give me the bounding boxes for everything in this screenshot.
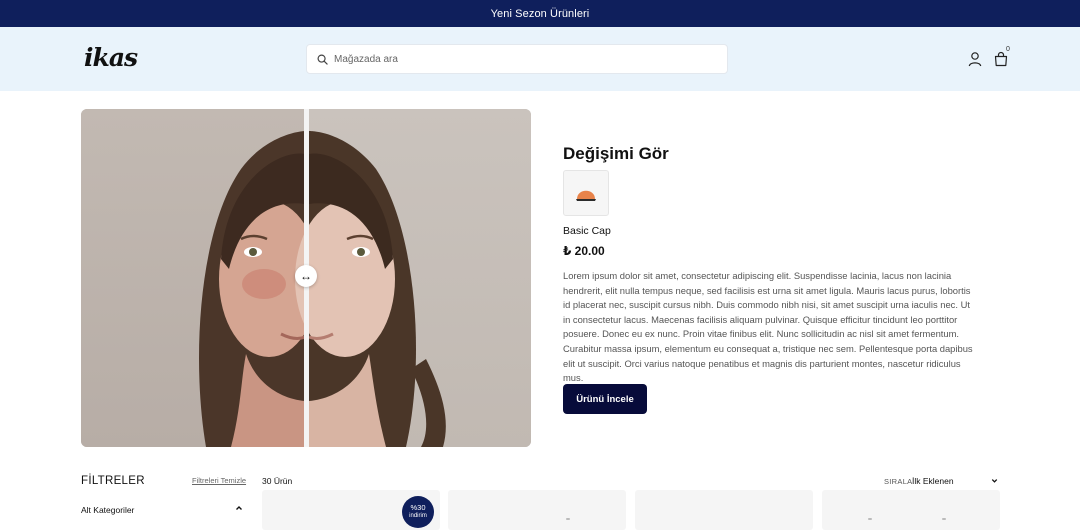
before-after-compare-slider[interactable]: ↔ bbox=[81, 109, 531, 447]
product-count: 30 Ürün bbox=[262, 476, 293, 486]
filters-title: FİLTRELER bbox=[81, 475, 145, 487]
product-name[interactable]: Basic Cap bbox=[563, 225, 611, 237]
discount-badge: %30 indirim bbox=[402, 496, 434, 528]
product-description: Lorem ipsum dolor sit amet, consectetur … bbox=[563, 270, 973, 384]
search-input[interactable] bbox=[334, 53, 694, 65]
product-card[interactable] bbox=[822, 490, 1000, 530]
subcategories-toggle[interactable]: Alt Kategoriler bbox=[81, 505, 134, 515]
cap-icon bbox=[576, 190, 596, 201]
site-header: ikas 0 bbox=[0, 27, 1080, 91]
compare-handle[interactable]: ↔ bbox=[295, 265, 317, 287]
view-product-button[interactable]: Ürünü İncele bbox=[563, 384, 647, 414]
sort-label: SIRALA bbox=[884, 477, 913, 486]
announcement-bar: Yeni Sezon Ürünleri bbox=[0, 0, 1080, 27]
section-title: Değişimi Gör bbox=[563, 144, 669, 163]
product-card[interactable] bbox=[635, 490, 813, 530]
product-price: ₺ 20.00 bbox=[563, 244, 605, 258]
product-image-placeholder bbox=[868, 518, 872, 520]
left-right-arrows-icon: ↔ bbox=[300, 269, 312, 283]
cart-count-badge: 0 bbox=[1006, 46, 1010, 53]
product-card[interactable] bbox=[448, 490, 626, 530]
store-logo[interactable]: ikas bbox=[84, 45, 138, 71]
discount-text: indirim bbox=[409, 513, 427, 519]
search-icon bbox=[317, 54, 328, 65]
sort-select[interactable]: İlk Eklenen bbox=[912, 476, 954, 486]
shopping-bag-icon[interactable] bbox=[993, 51, 1009, 67]
product-image-placeholder bbox=[566, 518, 570, 520]
user-icon[interactable] bbox=[967, 51, 983, 67]
hero-section: ↔ Değişimi Gör Basic Cap ₺ 20.00 Lorem i… bbox=[0, 91, 1080, 459]
chevron-up-icon[interactable] bbox=[234, 503, 244, 513]
announcement-text: Yeni Sezon Ürünleri bbox=[490, 7, 590, 20]
discount-percent: %30 bbox=[410, 503, 426, 512]
chevron-down-icon[interactable] bbox=[990, 476, 999, 485]
product-thumbnail[interactable] bbox=[563, 170, 609, 216]
product-image-placeholder bbox=[942, 518, 946, 520]
search-bar[interactable] bbox=[306, 44, 728, 74]
clear-filters-link[interactable]: Filtreleri Temizle bbox=[192, 476, 246, 485]
